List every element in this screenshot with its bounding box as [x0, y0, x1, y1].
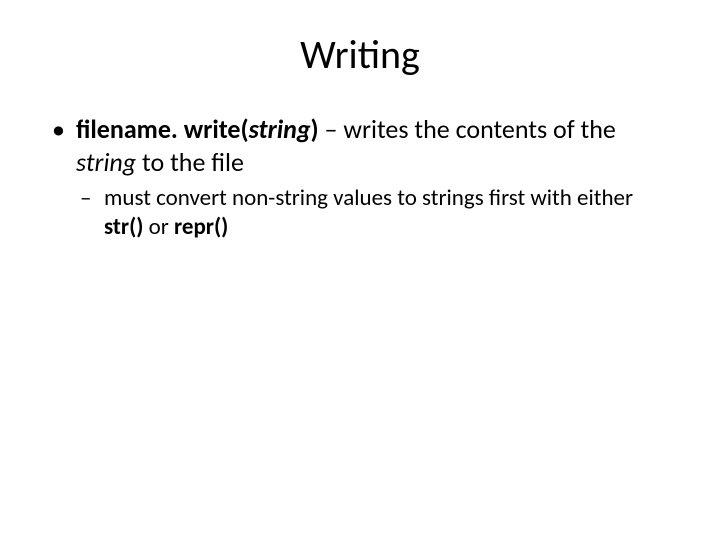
code-str: str()	[104, 213, 143, 241]
bullet-text-string-italic: string	[76, 146, 136, 178]
bullet-text-1b: to the file	[136, 146, 244, 178]
bullet-list-level2: must convert non-string values to string…	[76, 184, 672, 242]
code-close-paren: )	[311, 113, 319, 145]
bullet-text-1a: writes the contents of the	[343, 113, 616, 145]
bullet-item-1: filename. write(string) – writes the con…	[48, 113, 672, 242]
code-arg-string: string	[249, 113, 311, 145]
code-repr: repr()	[174, 213, 228, 241]
code-filename-write: filename. write(	[76, 113, 249, 145]
bullet-list-level1: filename. write(string) – writes the con…	[48, 113, 672, 242]
sub-text-or: or	[143, 213, 174, 241]
sub-text-1: must convert non-string values to string…	[104, 184, 633, 212]
slide: Writing filename. write(string) – writes…	[0, 0, 720, 540]
bullet-dash: –	[319, 113, 344, 145]
sub-bullet-1: must convert non-string values to string…	[76, 184, 672, 242]
slide-title: Writing	[48, 30, 672, 79]
